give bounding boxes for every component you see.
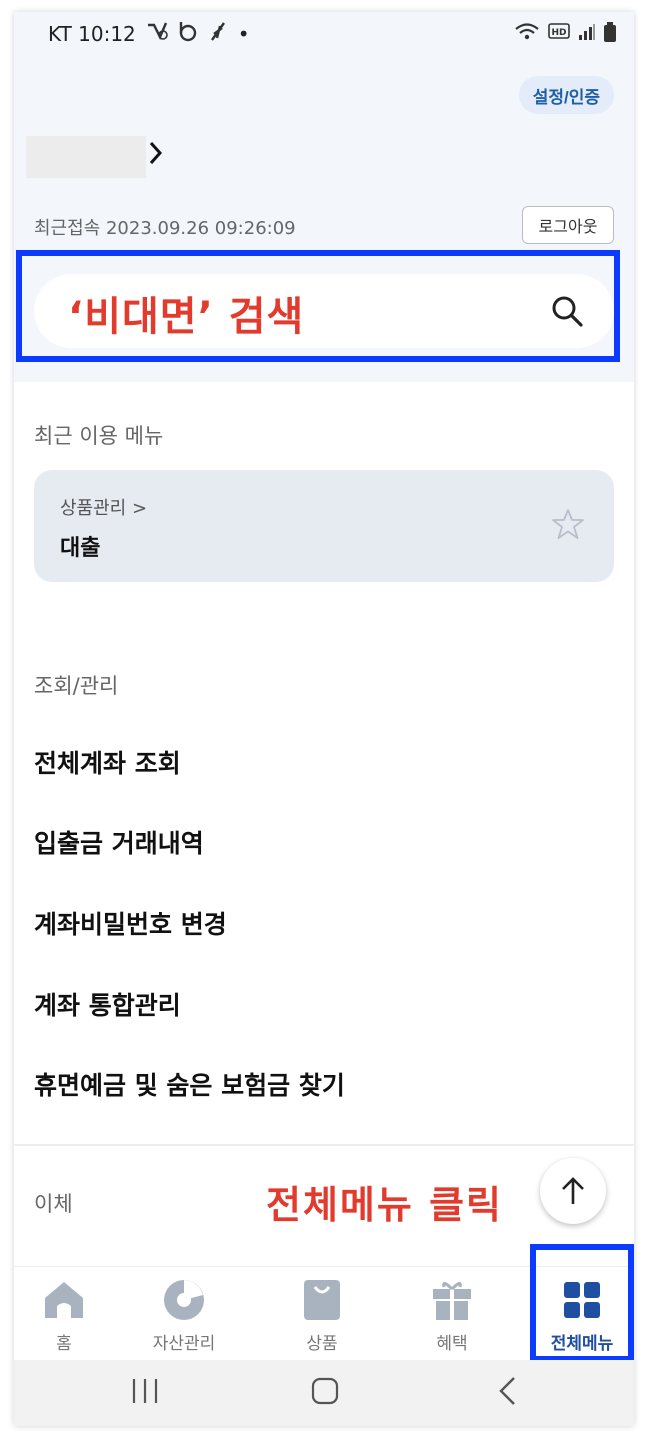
nav-asset-management[interactable]: 자산관리 <box>124 1277 244 1354</box>
signal-icon <box>578 23 596 45</box>
settings-auth-button[interactable]: 설정/인증 <box>518 76 614 114</box>
nav-home[interactable]: 홈 <box>14 1277 124 1354</box>
recent-menu-label: 최근 이용 메뉴 <box>34 424 164 448</box>
recent-card-title: 대출 <box>60 536 101 561</box>
back-icon[interactable] <box>496 1376 520 1410</box>
inquiry-section-label: 조회/관리 <box>34 674 119 698</box>
nav-benefits[interactable]: 혜택 <box>392 1277 512 1354</box>
user-name-redacted[interactable] <box>26 136 146 178</box>
nav-products-label: 상품 <box>306 1334 338 1354</box>
app-b-icon <box>178 20 198 47</box>
hd-voice-icon: HD <box>548 23 570 45</box>
battery-icon <box>604 22 616 46</box>
last-login-value: 2023.09.26 09:26:09 <box>105 218 296 239</box>
all-menu-highlight-box <box>530 1244 634 1362</box>
header: 설정/인증 최근접속 2023.09.26 09:26:09 로그아웃 ‘비대면… <box>14 56 634 382</box>
notification-dot: • <box>237 21 250 46</box>
svg-text:HD: HD <box>552 28 567 38</box>
nav-asset-label: 자산관리 <box>152 1334 216 1354</box>
menu-item-dormant-deposits[interactable]: 휴면예금 및 숨은 보험금 찾기 <box>34 1066 345 1102</box>
gift-icon <box>392 1277 512 1323</box>
status-right: HD <box>514 22 616 46</box>
menu-item-transactions[interactable]: 입출금 거래내역 <box>34 824 204 860</box>
home-button-icon[interactable] <box>310 1376 340 1410</box>
arrow-up-icon <box>562 1177 584 1204</box>
phone-screen: KT 10:12 • HD 설정/인증 최근접속 2023.09.26 09:2… <box>14 12 634 1426</box>
star-icon[interactable] <box>552 508 584 544</box>
nav-benefits-label: 혜택 <box>436 1334 468 1354</box>
status-bar: KT 10:12 • HD <box>14 12 634 56</box>
wifi-icon <box>514 22 540 46</box>
all-menu-annotation: 전체메뉴 클릭 <box>266 1183 503 1227</box>
section-divider <box>14 1144 634 1146</box>
recent-apps-icon[interactable] <box>130 1376 160 1410</box>
last-login-label: 최근접속 <box>34 218 101 239</box>
scroll-to-top-button[interactable] <box>540 1158 606 1224</box>
status-left: KT 10:12 • <box>48 20 250 47</box>
search-highlight-box <box>16 250 620 362</box>
system-navigation-bar <box>14 1360 634 1426</box>
nav-home-label: 홈 <box>56 1334 72 1354</box>
recent-menu-card[interactable]: 상품관리 > 대출 <box>34 470 614 582</box>
logout-button[interactable]: 로그아웃 <box>522 206 614 244</box>
nav-products[interactable]: 상품 <box>262 1277 382 1354</box>
transfer-section-label: 이체 <box>34 1192 73 1216</box>
menu-item-change-password[interactable]: 계좌비밀번호 변경 <box>34 905 227 941</box>
shopping-bag-icon <box>262 1277 382 1323</box>
last-login: 최근접속 2023.09.26 09:26:09 <box>34 214 296 240</box>
carrier-time: KT 10:12 <box>48 21 136 46</box>
menu-item-all-accounts[interactable]: 전체계좌 조회 <box>34 744 181 780</box>
recent-card-path: 상품관리 > <box>60 498 148 519</box>
chevron-right-icon[interactable] <box>148 140 164 170</box>
call-icon <box>146 21 168 46</box>
feather-icon <box>208 20 228 47</box>
menu-item-account-integration[interactable]: 계좌 통합관리 <box>34 986 181 1022</box>
pie-chart-icon <box>124 1277 244 1323</box>
home-icon <box>14 1277 124 1323</box>
